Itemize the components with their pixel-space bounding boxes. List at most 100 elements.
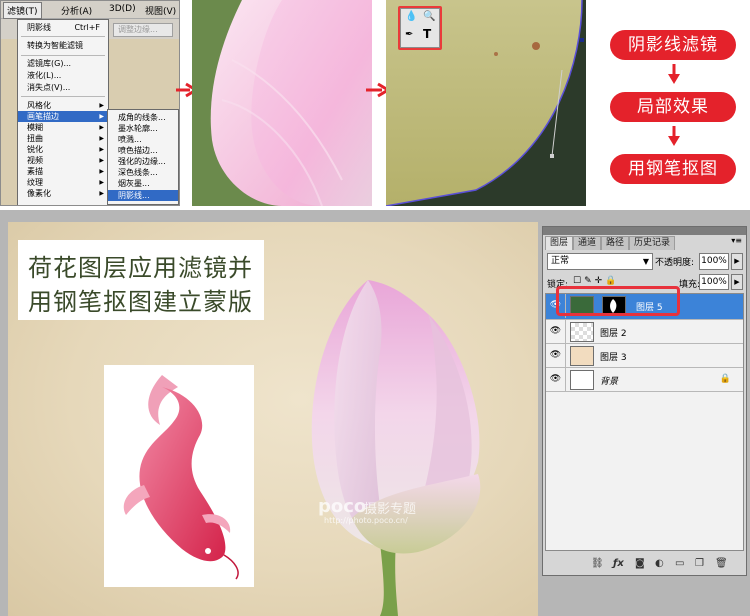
tab-paths[interactable]: 路径 xyxy=(601,236,630,250)
layer-list: 👁 图层 5 👁 图层 2 👁 图层 3 👁 背景 🔒 xyxy=(545,293,744,551)
filter-dropdown: 阴影线 Ctrl+F 转换为智能滤镜 滤镜库(G)... 液化(L)... 消失… xyxy=(17,19,109,205)
submenu-item-accented-edges-2[interactable]: 强化的边缘... xyxy=(108,156,178,167)
lock-options[interactable]: ☐✎✛🔒 xyxy=(573,276,619,286)
new-layer-icon[interactable]: ❐ xyxy=(695,558,704,569)
menu-item-texture[interactable]: 纹理 ▶ xyxy=(18,177,108,188)
layer-thumbnail xyxy=(570,370,594,390)
koi-fish-image xyxy=(104,365,254,587)
menu-3d[interactable]: 3D(D) xyxy=(109,4,136,14)
submenu-item-sprayed-strokes[interactable]: 喷色描边... xyxy=(108,145,178,156)
menu-item-distort[interactable]: 扭曲 ▶ xyxy=(18,133,108,144)
menu-separator xyxy=(21,96,105,97)
menu-item-stylize[interactable]: 风格化 ▶ xyxy=(18,100,108,111)
fill-slider-arrow-icon[interactable]: ▶ xyxy=(731,274,743,290)
layer-style-icon[interactable]: ƒx xyxy=(613,558,624,569)
menu-item-label: 纹理 xyxy=(27,178,43,187)
submenu-item-crosshatch[interactable]: 阴影线... xyxy=(108,190,178,201)
new-group-icon[interactable]: ▭ xyxy=(675,558,684,569)
menu-item-smart-filter[interactable]: 转换为智能滤镜 xyxy=(18,40,108,51)
submenu-item-accented-edges[interactable]: 成角的线条... xyxy=(108,112,178,123)
layer-name: 背景 xyxy=(600,377,619,387)
panel-footer: ⛓ ƒx ◙ ◐ ▭ ❐ 🗑 xyxy=(543,555,746,575)
add-mask-icon[interactable]: ◙ xyxy=(635,558,645,569)
menu-item-blur[interactable]: 模糊 ▶ xyxy=(18,122,108,133)
menu-item-sharpen[interactable]: 锐化 ▶ xyxy=(18,144,108,155)
divider xyxy=(565,320,566,344)
fill-label: 填充: xyxy=(679,280,701,290)
chevron-down-icon: ▼ xyxy=(642,257,649,266)
divider xyxy=(565,368,566,392)
pen-tool-path-screenshot: 💧 🔍 ✒ T xyxy=(386,0,586,206)
layer-row-layer2[interactable]: 👁 图层 2 xyxy=(546,320,743,344)
link-layers-icon[interactable]: ⛓ xyxy=(591,558,604,569)
submenu-item-dark-strokes[interactable]: 深色线条... xyxy=(108,167,178,178)
submenu-item-sumi-e[interactable]: 烟灰墨... xyxy=(108,178,178,189)
toolbox-highlight-frame xyxy=(398,6,442,50)
eye-icon[interactable]: 👁 xyxy=(549,349,562,362)
watermark-url: http://photo.poco.cn/ xyxy=(324,516,408,525)
submenu-arrow-icon: ▶ xyxy=(99,124,104,131)
adjust-edge-button[interactable]: 调整边缘... xyxy=(113,23,173,37)
menu-item-label: 扭曲 xyxy=(27,134,43,143)
menu-item-label: 风格化 xyxy=(27,101,51,110)
menu-item-label: 画笔描边 xyxy=(27,112,59,121)
menu-item-last-filter[interactable]: 阴影线 Ctrl+F xyxy=(18,22,108,33)
divider xyxy=(565,344,566,368)
tab-history[interactable]: 历史记录 xyxy=(629,236,676,250)
submenu-arrow-icon: ▶ xyxy=(99,168,104,175)
menu-item-label: 视频 xyxy=(27,156,43,165)
caption-box: 荷花图层应用滤镜并 用钢笔抠图建立蒙版 xyxy=(18,240,264,320)
caption-line-1: 荷花图层应用滤镜并 xyxy=(28,254,253,282)
menu-item-sketch[interactable]: 素描 ▶ xyxy=(18,166,108,177)
photoshop-filter-menu-screenshot: 滤镜(T) 分析(A) 3D(D) 视图(V) 调整边缘... 阴影线 Ctrl… xyxy=(0,0,180,206)
filtered-petal-screenshot xyxy=(192,0,372,206)
watermark-subtitle: 摄影专题 xyxy=(364,502,417,517)
lotus-petal-closeup xyxy=(192,0,372,206)
menu-item-liquify[interactable]: 液化(L)... xyxy=(18,70,108,81)
menu-filter[interactable]: 滤镜(T) xyxy=(3,2,42,19)
layer-thumbnail xyxy=(570,322,594,342)
menu-item-filter-gallery[interactable]: 滤镜库(G)... xyxy=(18,58,108,69)
down-arrow-icon xyxy=(668,126,680,146)
menu-item-shortcut: Ctrl+F xyxy=(74,23,100,32)
menu-item-label: 锐化 xyxy=(27,145,43,154)
menu-item-pixelate[interactable]: 像素化 ▶ xyxy=(18,188,108,199)
menu-item-brush-strokes[interactable]: 画笔描边 ▶ xyxy=(18,111,108,122)
menu-analysis[interactable]: 分析(A) xyxy=(61,4,92,17)
koi-fish-illustration xyxy=(123,375,239,580)
panel-menu-icon[interactable]: ▾≡ xyxy=(731,236,742,245)
menu-view[interactable]: 视图(V) xyxy=(145,4,176,17)
blend-opacity-row: 正常 ▼ 不透明度: 100% ▶ xyxy=(547,253,743,271)
tab-channels[interactable]: 通道 xyxy=(573,236,602,250)
menu-item-label: 素描 xyxy=(27,167,43,176)
layer-name: 图层 2 xyxy=(600,329,627,339)
step-pen-cutout: 用钢笔抠图 xyxy=(610,154,736,184)
eye-icon[interactable]: 👁 xyxy=(549,325,562,338)
layer-row-background[interactable]: 👁 背景 🔒 xyxy=(546,368,743,392)
fill-input[interactable]: 100% xyxy=(699,274,729,290)
caption-line-2: 用钢笔抠图建立蒙版 xyxy=(28,288,253,316)
layer-thumbnail xyxy=(570,346,594,366)
workflow-steps: 阴影线滤镜 局部效果 用钢笔抠图 xyxy=(598,0,750,206)
opacity-label: 不透明度: xyxy=(655,258,695,268)
menu-item-video[interactable]: 视频 ▶ xyxy=(18,155,108,166)
eye-icon[interactable]: 👁 xyxy=(549,373,562,386)
submenu-arrow-icon: ▶ xyxy=(99,190,104,197)
menu-item-label: 像素化 xyxy=(27,189,51,198)
delete-layer-icon[interactable]: 🗑 xyxy=(715,558,728,569)
panel-header xyxy=(543,227,746,235)
lock-icon: 🔒 xyxy=(719,374,731,384)
opacity-input[interactable]: 100% xyxy=(699,253,729,270)
adjustment-layer-icon[interactable]: ◐ xyxy=(655,558,664,569)
layer5-highlight-frame xyxy=(556,286,680,316)
menu-item-vanishing-point[interactable]: 消失点(V)... xyxy=(18,82,108,93)
layers-panel: 图层 通道 路径 历史记录 ▾≡ 正常 ▼ 不透明度: 100% ▶ 锁定: ☐… xyxy=(542,226,747,576)
step-crosshatch-filter: 阴影线滤镜 xyxy=(610,30,736,60)
submenu-item-ink-outlines[interactable]: 墨水轮廓... xyxy=(108,123,178,134)
tab-layers[interactable]: 图层 xyxy=(545,236,574,250)
opacity-slider-arrow-icon[interactable]: ▶ xyxy=(731,253,743,270)
blend-mode-select[interactable]: 正常 ▼ xyxy=(547,253,653,270)
layer-row-layer3[interactable]: 👁 图层 3 xyxy=(546,344,743,368)
blend-mode-value: 正常 xyxy=(551,256,570,266)
submenu-item-spatter[interactable]: 喷溅... xyxy=(108,134,178,145)
